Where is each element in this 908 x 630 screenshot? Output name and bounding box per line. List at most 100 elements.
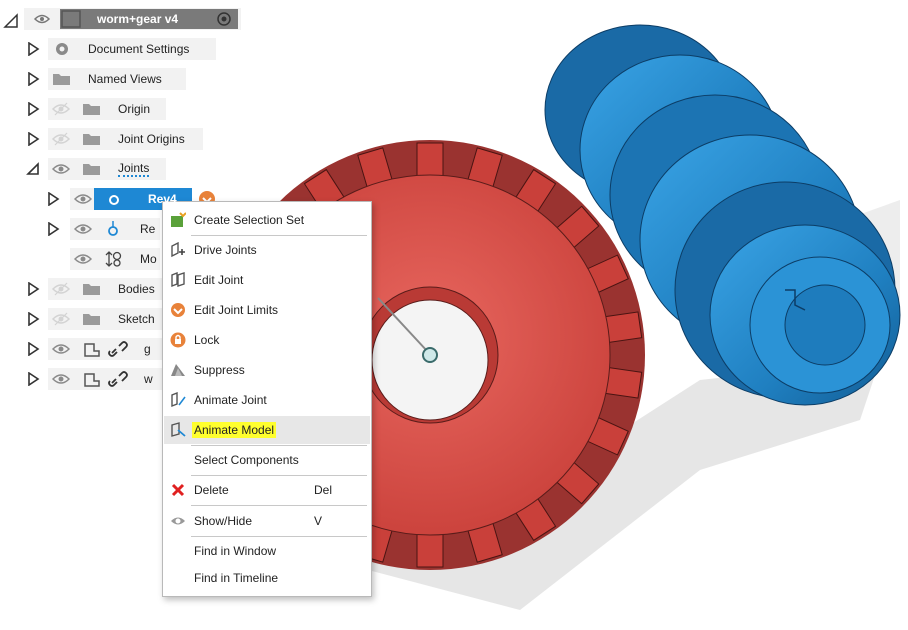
tree-item-label: Origin bbox=[118, 102, 151, 116]
expand-triangle-icon[interactable] bbox=[26, 342, 40, 356]
menu-item-animate-model[interactable]: Animate Model bbox=[164, 416, 370, 444]
tree-item[interactable]: Named Views bbox=[48, 68, 186, 90]
menu-item-label: Create Selection Set bbox=[194, 213, 305, 227]
tree-item-label: Bodies bbox=[118, 282, 155, 296]
animate-joint-icon bbox=[171, 392, 186, 408]
menu-item-label: Animate Model bbox=[192, 422, 277, 438]
menu-item-drive-joints[interactable]: Drive Joints bbox=[164, 236, 370, 264]
expand-triangle-icon[interactable] bbox=[46, 222, 60, 236]
motion-link-icon bbox=[105, 251, 122, 267]
visibility-eye-icon[interactable] bbox=[74, 222, 92, 236]
tree-item[interactable]: Joint Origins bbox=[48, 128, 203, 150]
tree-root-label[interactable]: worm+gear v4 bbox=[83, 9, 178, 29]
menu-item-edit-joint[interactable]: Edit Joint bbox=[164, 266, 370, 294]
visibility-eye-icon[interactable] bbox=[52, 162, 70, 176]
folder-icon bbox=[53, 74, 70, 85]
tree-item-label: Rev4 bbox=[148, 192, 177, 206]
folder-icon bbox=[83, 104, 100, 115]
eye-icon bbox=[171, 517, 185, 525]
menu-item-delete[interactable]: Delete Del bbox=[164, 476, 370, 504]
visibility-eye-icon[interactable] bbox=[74, 252, 92, 266]
folder-icon bbox=[83, 164, 100, 175]
tree-item-label: Document Settings bbox=[88, 42, 190, 56]
delete-icon bbox=[171, 483, 185, 497]
expand-triangle-icon[interactable] bbox=[26, 132, 40, 146]
collapse-triangle-icon[interactable] bbox=[26, 162, 40, 176]
menu-item-select-components[interactable]: Select Components bbox=[164, 446, 370, 474]
folder-icon bbox=[83, 284, 100, 295]
tree-item[interactable]: w bbox=[48, 368, 163, 390]
settings-gear-icon bbox=[56, 43, 68, 55]
menu-item-label: Find in Timeline bbox=[194, 571, 279, 585]
menu-item-label: Lock bbox=[194, 333, 220, 347]
menu-item-label: Animate Joint bbox=[194, 393, 267, 407]
link-icon bbox=[108, 341, 128, 357]
component-icon bbox=[84, 373, 100, 387]
selection-set-icon bbox=[171, 212, 186, 227]
menu-item-label: Show/Hide bbox=[194, 514, 253, 528]
drive-joints-icon bbox=[171, 242, 185, 258]
menu-item-label: Edit Joint bbox=[194, 273, 244, 287]
tree-item[interactable]: Re bbox=[70, 218, 160, 240]
tree-item[interactable]: g bbox=[48, 338, 163, 360]
tree-item[interactable]: Mo bbox=[70, 248, 160, 270]
folder-icon bbox=[83, 134, 100, 145]
gear-tooth bbox=[416, 142, 444, 180]
menu-item-find-in-timeline[interactable]: Find in Timeline bbox=[164, 565, 370, 591]
visibility-eye-icon[interactable] bbox=[52, 342, 70, 356]
revolute-joint-icon bbox=[108, 221, 118, 236]
expand-triangle-icon[interactable] bbox=[26, 282, 40, 296]
tree-item[interactable]: Sketch bbox=[48, 308, 163, 330]
visibility-eye-icon[interactable] bbox=[52, 102, 70, 116]
expand-triangle-icon[interactable] bbox=[46, 192, 60, 206]
menu-item-suppress[interactable]: Suppress bbox=[164, 356, 370, 384]
menu-shortcut: Del bbox=[314, 483, 333, 497]
menu-item-find-in-window[interactable]: Find in Window bbox=[164, 538, 370, 564]
tree-item-label: Sketch bbox=[118, 312, 155, 326]
visibility-eye-icon[interactable] bbox=[52, 372, 70, 386]
menu-separator bbox=[191, 536, 367, 537]
menu-item-animate-joint[interactable]: Animate Joint bbox=[164, 386, 370, 414]
expand-triangle-icon[interactable] bbox=[26, 372, 40, 386]
menu-separator bbox=[191, 505, 367, 506]
revolute-joint-icon bbox=[109, 195, 119, 205]
menu-item-label: Select Components bbox=[194, 453, 299, 467]
menu-item-label: Drive Joints bbox=[194, 243, 257, 257]
folder-icon bbox=[83, 314, 100, 325]
menu-item-label: Find in Window bbox=[194, 544, 277, 558]
edit-joint-icon bbox=[171, 272, 185, 288]
joint-limits-icon bbox=[171, 303, 185, 317]
menu-item-lock[interactable]: Lock bbox=[164, 326, 370, 354]
gear-tooth bbox=[416, 530, 444, 568]
expand-triangle-icon[interactable] bbox=[26, 72, 40, 86]
visibility-eye-icon[interactable] bbox=[52, 282, 70, 296]
menu-item-label: Delete bbox=[194, 483, 229, 497]
component-icon bbox=[84, 343, 100, 357]
expand-triangle-icon[interactable] bbox=[26, 312, 40, 326]
expand-triangle-icon[interactable] bbox=[26, 102, 40, 116]
tree-item[interactable]: Origin bbox=[48, 98, 166, 120]
tree-item-label: Joints bbox=[118, 161, 150, 177]
menu-item-label: Suppress bbox=[194, 363, 245, 377]
tree-item[interactable]: Document Settings bbox=[48, 38, 216, 60]
expand-triangle-icon[interactable] bbox=[26, 42, 40, 56]
menu-item-edit-joint-limits[interactable]: Edit Joint Limits bbox=[164, 296, 370, 324]
menu-item-show-hide[interactable]: Show/Hide V bbox=[164, 507, 370, 535]
tree-item[interactable]: Bodies bbox=[48, 278, 163, 300]
tree-item-label: Mo bbox=[140, 252, 157, 266]
visibility-eye-icon[interactable] bbox=[52, 312, 70, 326]
animate-model-icon bbox=[171, 422, 186, 437]
link-icon bbox=[108, 371, 128, 387]
visibility-eye-icon[interactable] bbox=[52, 132, 70, 146]
tree-item-label: g bbox=[144, 342, 151, 356]
menu-item-label: Edit Joint Limits bbox=[194, 303, 279, 317]
visibility-eye-icon[interactable] bbox=[74, 192, 92, 206]
tree-item-label: Re bbox=[140, 222, 156, 236]
tree-item-label: w bbox=[144, 372, 153, 386]
lock-icon bbox=[170, 332, 186, 348]
tree-item-label: Named Views bbox=[88, 72, 162, 86]
menu-item-create-selection-set[interactable]: Create Selection Set bbox=[164, 206, 370, 234]
context-menu: Create Selection Set Drive Joints Edit Joi… bbox=[162, 201, 372, 597]
tree-item[interactable]: Joints bbox=[48, 158, 166, 180]
tree-item-label: Joint Origins bbox=[118, 132, 185, 146]
